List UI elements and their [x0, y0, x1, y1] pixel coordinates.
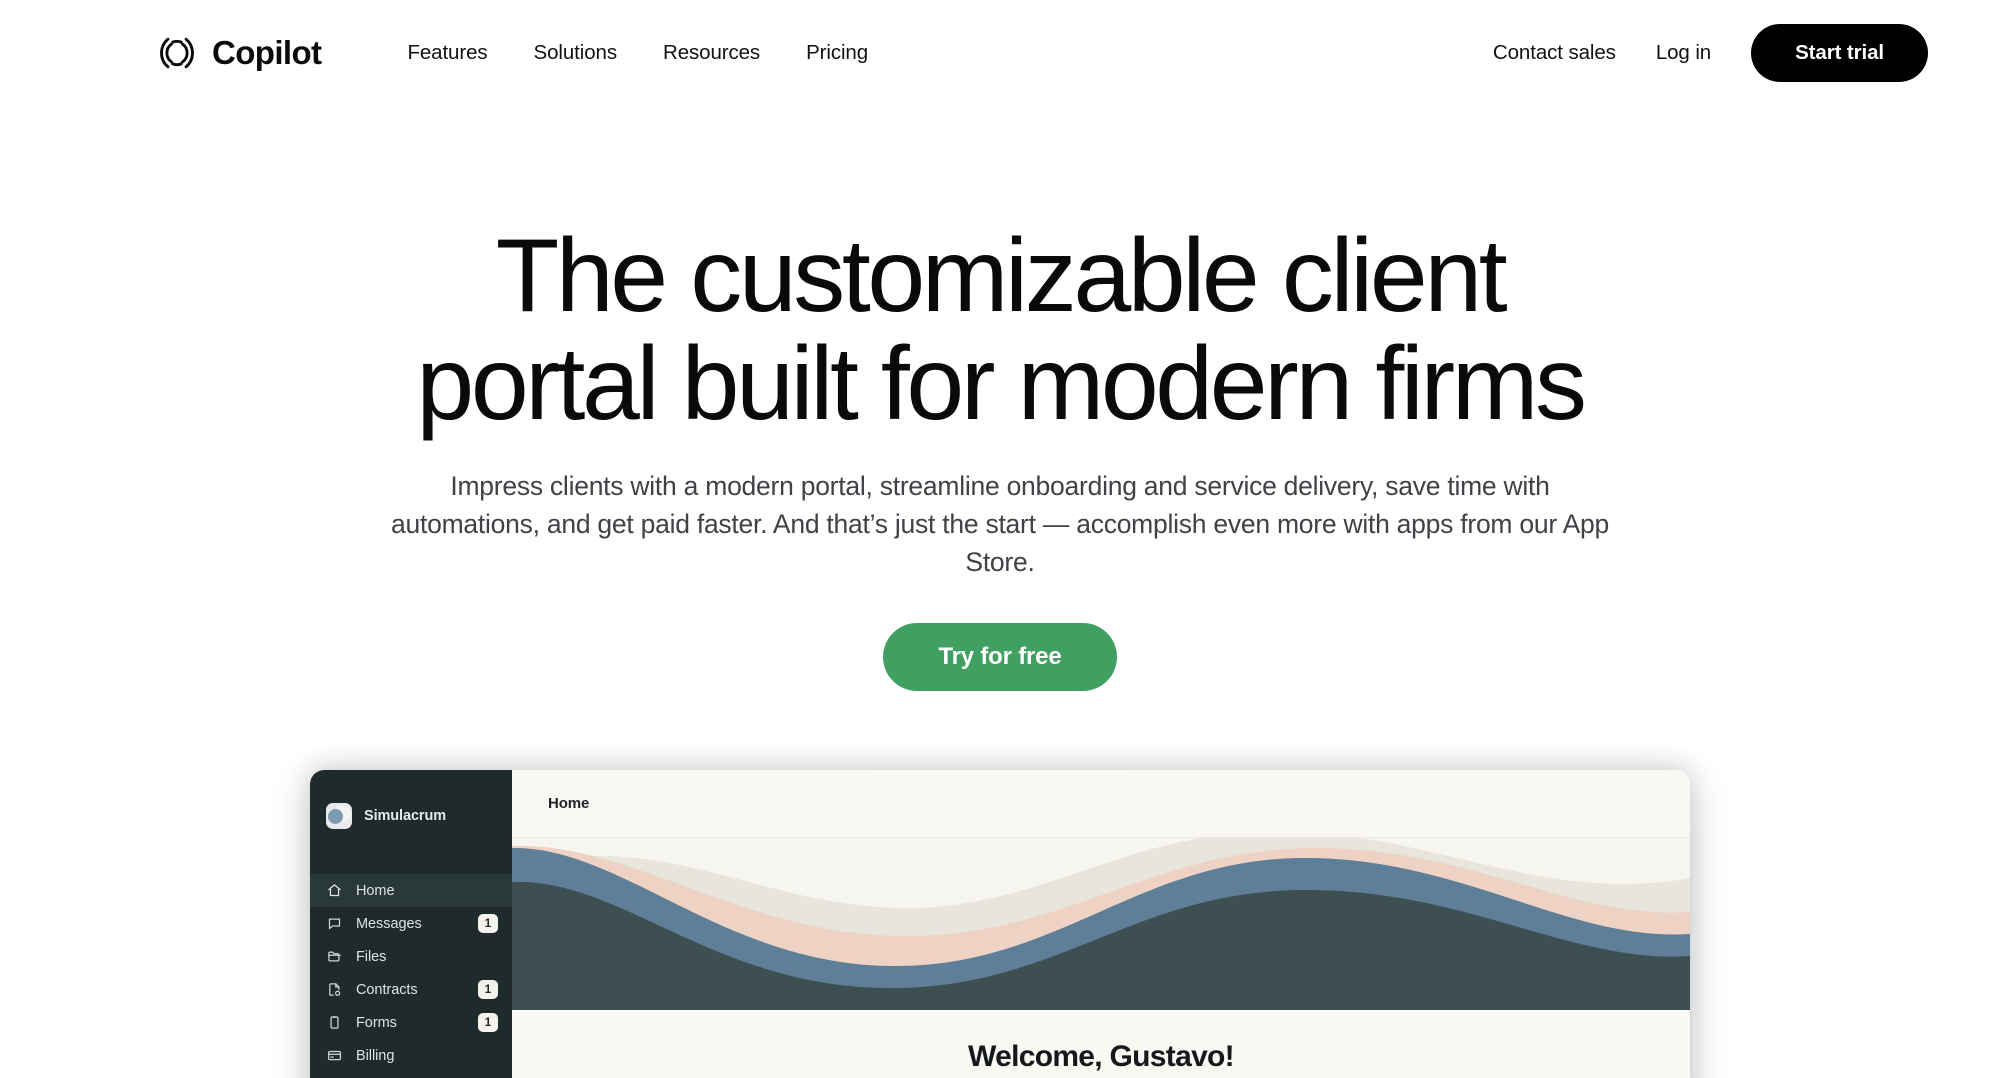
status-badge: 1	[478, 914, 498, 933]
message-bubble-icon	[326, 915, 343, 932]
status-badge: 1	[478, 980, 498, 999]
workspace-avatar	[326, 803, 352, 829]
page-title: The customizable client portal built for…	[0, 222, 2000, 438]
primary-nav: Features Solutions Resources Pricing	[407, 41, 868, 65]
copilot-arcs-icon	[156, 32, 198, 74]
home-icon	[326, 882, 343, 899]
app-main-area: Home Welcome, Gustavo!	[512, 770, 1690, 1078]
sidebar-item-files[interactable]: Files	[310, 940, 512, 973]
sidebar-item-label: Messages	[356, 915, 422, 932]
sidebar-item-contracts[interactable]: Contracts 1	[310, 973, 512, 1006]
sidebar-item-label: Home	[356, 882, 395, 899]
header-actions: Contact sales Log in Start trial	[1493, 24, 1928, 82]
site-header: Copilot Features Solutions Resources Pri…	[0, 0, 2000, 106]
nav-link-pricing[interactable]: Pricing	[806, 41, 868, 65]
sidebar-item-helpdesk[interactable]: Helpdesk	[310, 1072, 512, 1078]
headline-line-1: The customizable client	[495, 218, 1508, 334]
log-in-link[interactable]: Log in	[1656, 41, 1711, 65]
brand-logo[interactable]: Copilot	[156, 32, 322, 74]
brand-name: Copilot	[212, 34, 322, 71]
workspace-name: Simulacrum	[364, 808, 446, 824]
sidebar-item-forms[interactable]: Forms 1	[310, 1006, 512, 1039]
app-topbar: Home	[512, 770, 1690, 838]
credit-card-icon	[326, 1047, 343, 1064]
nav-link-solutions[interactable]: Solutions	[534, 41, 618, 65]
folder-icon	[326, 948, 343, 965]
try-for-free-button[interactable]: Try for free	[882, 623, 1118, 692]
sidebar-item-label: Contracts	[356, 981, 418, 998]
app-nav-list: Home Messages 1 Files Contracts 1 Forms …	[310, 874, 512, 1078]
start-trial-button[interactable]: Start trial	[1751, 24, 1928, 82]
sidebar-item-home[interactable]: Home	[310, 874, 512, 907]
breadcrumb: Home	[548, 795, 590, 812]
nav-link-features[interactable]: Features	[407, 41, 487, 65]
status-badge: 1	[478, 1013, 498, 1032]
hero-cta-wrapper: Try for free	[0, 623, 2000, 692]
sidebar-item-label: Billing	[356, 1047, 395, 1064]
landing-page: Copilot Features Solutions Resources Pri…	[0, 0, 2000, 1078]
sidebar-item-billing[interactable]: Billing	[310, 1039, 512, 1072]
home-banner-graphic	[512, 838, 1690, 1010]
headline-line-2: portal built for modern firms	[416, 326, 1587, 443]
hero-subheadline: Impress clients with a modern portal, st…	[391, 471, 1609, 577]
clipboard-icon	[326, 1014, 343, 1031]
workspace-switcher[interactable]: Simulacrum	[310, 788, 512, 836]
contract-signature-icon	[326, 981, 343, 998]
app-sidebar: Simulacrum Home Messages 1 Files Contrac…	[310, 770, 512, 1078]
sidebar-item-label: Forms	[356, 1014, 397, 1031]
contact-sales-link[interactable]: Contact sales	[1493, 41, 1616, 65]
sidebar-item-label: Files	[356, 948, 387, 965]
nav-link-resources[interactable]: Resources	[663, 41, 760, 65]
sidebar-item-messages[interactable]: Messages 1	[310, 907, 512, 940]
app-content-body: Welcome, Gustavo!	[512, 1010, 1690, 1078]
welcome-heading: Welcome, Gustavo!	[968, 1040, 1235, 1073]
product-preview-window: Simulacrum Home Messages 1 Files Contrac…	[310, 770, 1690, 1078]
